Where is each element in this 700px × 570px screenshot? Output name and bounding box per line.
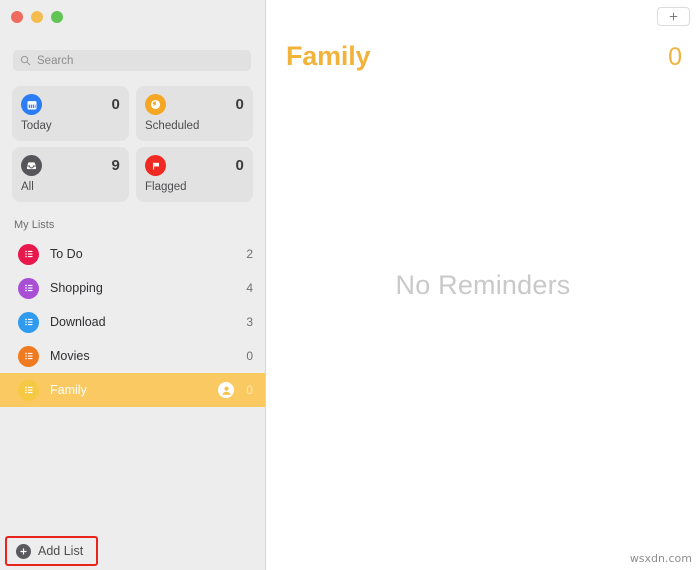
smart-card-label: Scheduled <box>145 120 200 132</box>
list-item-shopping[interactable]: Shopping 4 <box>0 271 265 305</box>
search-icon <box>20 55 31 66</box>
list-item-label: Download <box>50 315 106 329</box>
smart-card-count: 9 <box>111 157 120 174</box>
list-bullet-icon <box>18 311 39 333</box>
flag-icon <box>145 155 166 176</box>
list-item-to-do[interactable]: To Do 2 <box>0 237 265 271</box>
smart-card-top: 0 <box>145 94 244 115</box>
list-bullet-icon <box>18 345 39 367</box>
search-input[interactable] <box>37 54 244 67</box>
list-item-count: 2 <box>246 247 253 261</box>
close-window-button[interactable] <box>11 11 23 23</box>
list-bullet-icon <box>18 243 39 265</box>
list-item-movies[interactable]: Movies 0 <box>0 339 265 373</box>
clock-icon <box>145 94 166 115</box>
smart-card-scheduled[interactable]: 0 Scheduled <box>136 86 253 141</box>
traffic-lights <box>11 11 63 23</box>
smart-card-all[interactable]: 9 All <box>12 147 129 202</box>
search-field[interactable] <box>13 50 251 71</box>
inbox-icon <box>21 155 42 176</box>
my-lists-header: My Lists <box>14 219 55 231</box>
maximize-window-button[interactable] <box>51 11 63 23</box>
plus-circle-icon <box>16 543 31 559</box>
list-item-count: 0 <box>246 383 253 397</box>
smart-card-top: 0 <box>21 94 120 115</box>
smart-card-label: All <box>21 181 34 193</box>
user-lists: To Do 2 Shopping 4 Download 3 Movies 0 F… <box>0 237 265 407</box>
smart-card-top: 0 <box>145 155 244 176</box>
list-item-count: 3 <box>246 315 253 329</box>
smart-card-today[interactable]: 0 Today <box>12 86 129 141</box>
add-list-button[interactable]: Add List <box>5 536 98 566</box>
main-content: Family 0 No Reminders wsxdn.com <box>266 0 700 570</box>
list-item-label: Shopping <box>50 281 103 295</box>
shared-list-person-icon[interactable] <box>218 382 234 398</box>
smart-card-count: 0 <box>235 96 244 113</box>
calendar-icon <box>21 94 42 115</box>
add-list-label: Add List <box>38 544 84 558</box>
reminders-window: 0 Today 0 Scheduled <box>0 0 700 570</box>
empty-state-message: No Reminders <box>395 269 571 300</box>
smart-card-count: 0 <box>111 96 120 113</box>
list-item-label: Family <box>50 383 87 397</box>
list-item-label: Movies <box>50 349 90 363</box>
smart-card-label: Flagged <box>145 181 187 193</box>
minimize-window-button[interactable] <box>31 11 43 23</box>
watermark: wsxdn.com <box>629 552 692 565</box>
list-bullet-icon <box>18 277 39 299</box>
list-item-count: 4 <box>246 281 253 295</box>
list-item-family[interactable]: Family 0 <box>0 373 265 407</box>
smart-lists-grid: 0 Today 0 Scheduled 9 All 0 Flagged <box>12 86 254 202</box>
list-item-label: To Do <box>50 247 83 261</box>
list-item-download[interactable]: Download 3 <box>0 305 265 339</box>
smart-card-flagged[interactable]: 0 Flagged <box>136 147 253 202</box>
smart-card-top: 9 <box>21 155 120 176</box>
list-item-count: 0 <box>246 349 253 363</box>
smart-card-label: Today <box>21 120 52 132</box>
sidebar: 0 Today 0 Scheduled <box>0 0 266 570</box>
smart-card-count: 0 <box>235 157 244 174</box>
list-bullet-icon <box>18 379 39 401</box>
